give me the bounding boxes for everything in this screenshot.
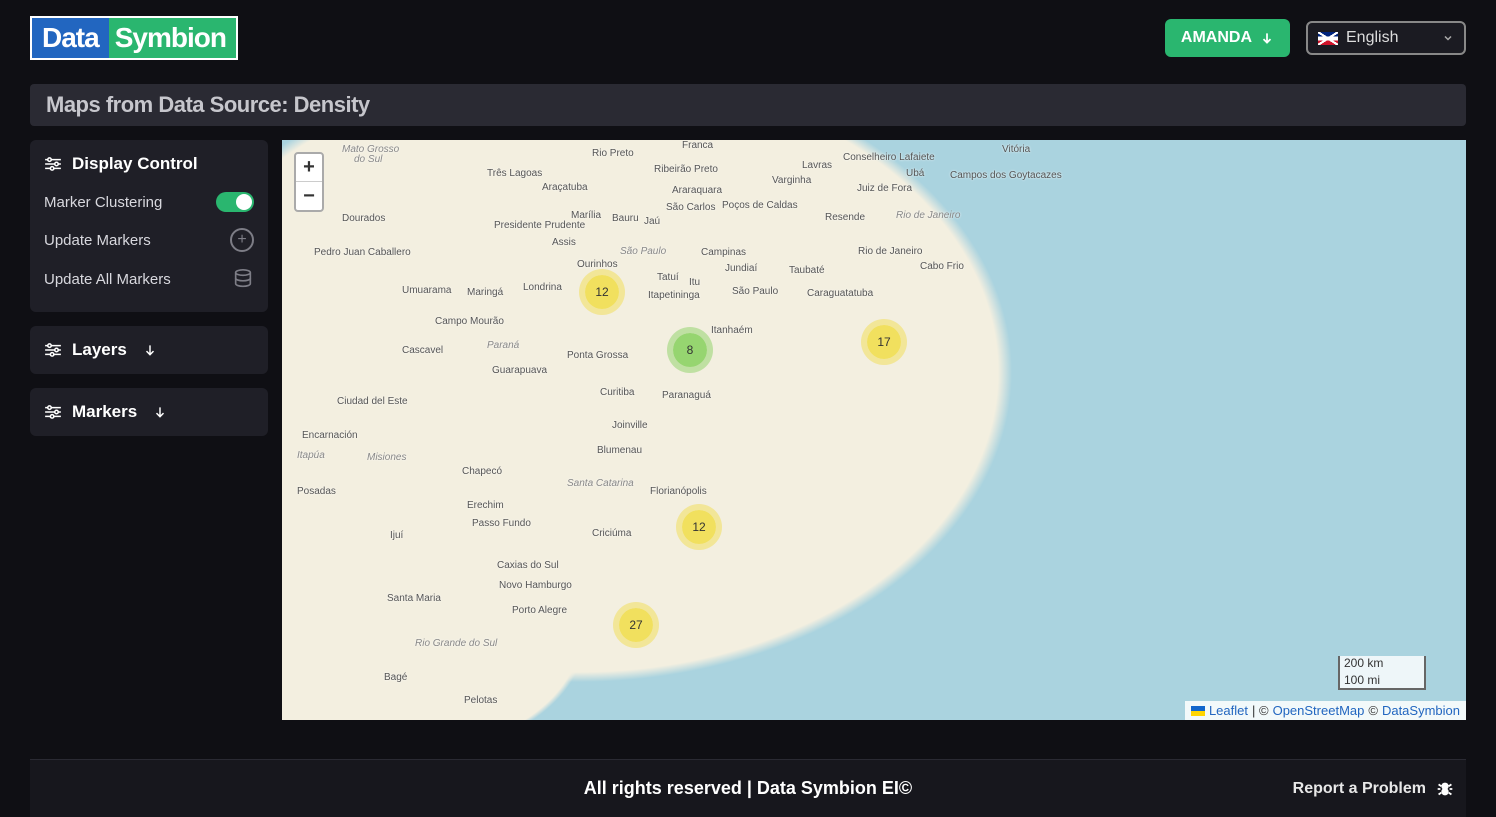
main: Display Control Marker Clustering Update…	[0, 126, 1496, 720]
logo[interactable]: Data Symbion	[30, 16, 238, 60]
display-control-panel: Display Control Marker Clustering Update…	[30, 140, 268, 312]
datasymbion-link[interactable]: DataSymbion	[1382, 703, 1460, 718]
layers-panel: Layers	[30, 326, 268, 374]
sliders-icon	[44, 405, 62, 419]
display-control-title: Display Control	[72, 154, 198, 174]
layers-header[interactable]: Layers	[44, 340, 254, 360]
scale-km: 200 km	[1338, 656, 1426, 673]
zoom-in-button[interactable]: +	[296, 154, 322, 182]
footer: All rights reserved | Data Symbion EI© R…	[30, 759, 1466, 817]
cluster-marker[interactable]: 27	[619, 608, 653, 642]
display-control-header: Display Control	[44, 154, 254, 174]
leaflet-link[interactable]: Leaflet	[1209, 703, 1248, 718]
chevron-down-icon	[1442, 32, 1454, 44]
zoom-control: + −	[294, 152, 324, 212]
zoom-out-button[interactable]: −	[296, 182, 322, 210]
scale-control: 200 km 100 mi	[1338, 656, 1426, 690]
attr-sep: | ©	[1252, 703, 1269, 718]
cluster-marker[interactable]: 12	[585, 275, 619, 309]
map[interactable]: Mato Grossodo SulRio PretoFrancaTrês Lag…	[282, 140, 1466, 720]
markers-header[interactable]: Markers	[44, 402, 254, 422]
update-all-markers-label: Update All Markers	[44, 271, 171, 288]
bug-icon	[1434, 778, 1456, 800]
chevron-down-icon	[153, 405, 167, 419]
markers-title: Markers	[72, 402, 137, 422]
map-tiles	[282, 140, 1466, 720]
report-label: Report a Problem	[1293, 780, 1426, 798]
sliders-icon	[44, 343, 62, 357]
marker-clustering-row: Marker Clustering	[44, 184, 254, 220]
osm-link[interactable]: OpenStreetMap	[1273, 703, 1365, 718]
scale-mi: 100 mi	[1338, 673, 1426, 690]
ukraine-flag-icon	[1191, 706, 1205, 716]
chevron-down-icon	[1260, 31, 1274, 45]
user-name: AMANDA	[1181, 29, 1252, 47]
cluster-marker[interactable]: 17	[867, 325, 901, 359]
database-icon[interactable]	[232, 268, 254, 290]
chevron-down-icon	[143, 343, 157, 357]
sliders-icon	[44, 157, 62, 171]
page-title: Maps from Data Source: Density	[46, 92, 1450, 118]
update-markers-button[interactable]: +	[230, 228, 254, 252]
update-markers-row: Update Markers +	[44, 220, 254, 260]
footer-text: All rights reserved | Data Symbion EI©	[584, 778, 912, 799]
map-attribution: Leaflet | © OpenStreetMap © DataSymbion	[1185, 701, 1466, 720]
attr-sep: ©	[1368, 703, 1378, 718]
user-menu-button[interactable]: AMANDA	[1165, 19, 1290, 57]
logo-symbion: Symbion	[109, 16, 238, 60]
report-problem-button[interactable]: Report a Problem	[1293, 778, 1456, 800]
cluster-marker[interactable]: 8	[673, 333, 707, 367]
markers-panel: Markers	[30, 388, 268, 436]
update-markers-label: Update Markers	[44, 232, 151, 249]
lang-label: English	[1346, 29, 1434, 47]
update-all-markers-row: Update All Markers	[44, 260, 254, 298]
logo-data: Data	[30, 16, 109, 60]
header-right: AMANDA English	[1165, 19, 1466, 57]
sidebar: Display Control Marker Clustering Update…	[30, 140, 268, 720]
cluster-marker[interactable]: 12	[682, 510, 716, 544]
uk-flag-icon	[1318, 32, 1338, 45]
page-title-bar: Maps from Data Source: Density	[30, 84, 1466, 126]
language-select[interactable]: English	[1306, 21, 1466, 55]
marker-clustering-label: Marker Clustering	[44, 194, 162, 211]
header: Data Symbion AMANDA English	[0, 0, 1496, 70]
marker-clustering-toggle[interactable]	[216, 192, 254, 212]
layers-title: Layers	[72, 340, 127, 360]
